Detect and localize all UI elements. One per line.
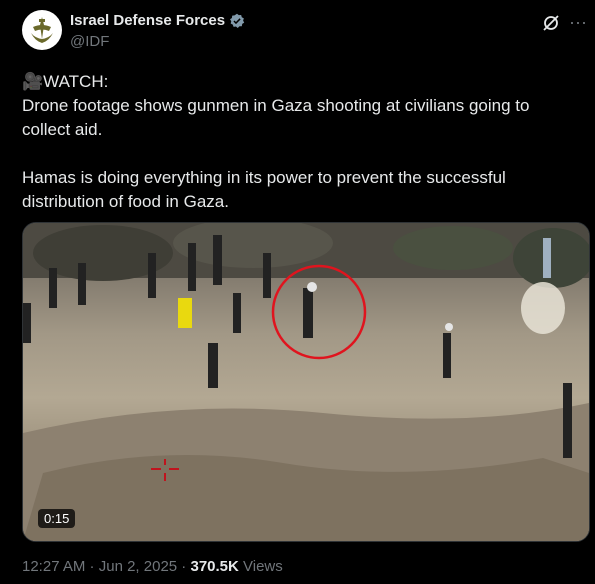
author-handle[interactable]: @IDF [70, 33, 109, 50]
verified-badge-icon [230, 13, 245, 28]
tweet-meta: 12:27 AM · Jun 2, 2025 · 370.5K Views [22, 558, 283, 575]
author-display-name[interactable]: Israel Defense Forces [70, 12, 225, 29]
grok-icon[interactable] [541, 13, 561, 33]
tweet-time[interactable]: 12:27 AM [22, 558, 85, 575]
tweet-line-hamas: Hamas is doing everything in its power t… [22, 168, 506, 211]
views-label: Views [238, 558, 283, 575]
author-avatar[interactable] [22, 10, 62, 50]
more-options-icon[interactable]: ··· [567, 12, 589, 34]
tweet-text: 🎥WATCH: Drone footage shows gunmen in Ga… [22, 70, 562, 214]
tweet-line-footage: Drone footage shows gunmen in Gaza shoot… [22, 96, 530, 139]
video-duration: 0:15 [38, 509, 76, 528]
idf-emblem-icon [31, 17, 53, 43]
tweet-line-watch: 🎥WATCH: [22, 72, 109, 91]
meta-separator: · [177, 558, 191, 575]
video-player[interactable]: 0:15 [22, 222, 590, 542]
views-count: 370.5K [190, 558, 239, 575]
drone-footage-frame [23, 223, 589, 541]
meta-separator: · [85, 558, 99, 575]
tweet-date[interactable]: Jun 2, 2025 [99, 558, 177, 575]
